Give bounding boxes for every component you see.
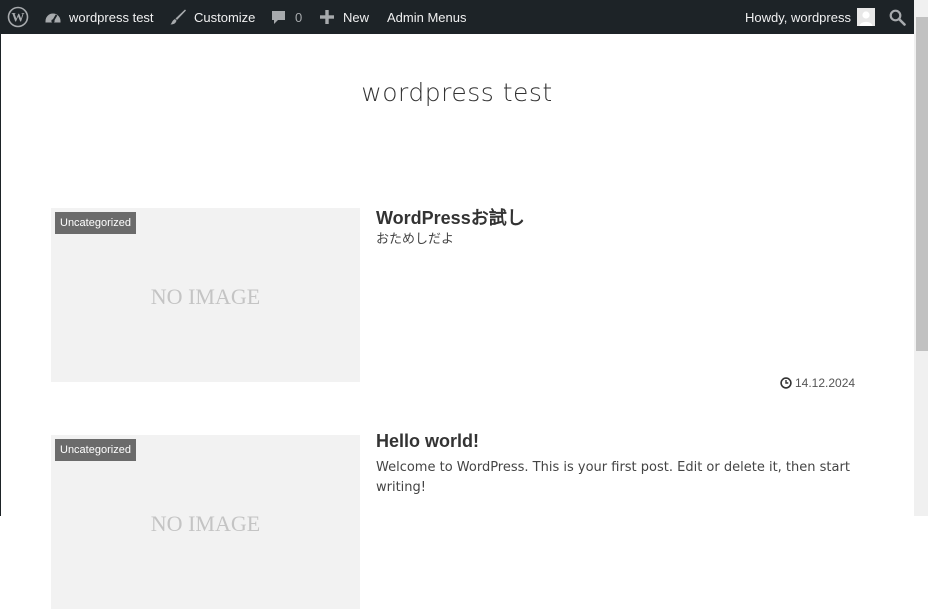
wordpress-logo-button[interactable]: W (7, 0, 29, 34)
new-label: New (343, 9, 370, 25)
search-icon (889, 9, 906, 26)
howdy-label: Howdy, wordpress (745, 9, 851, 25)
post-title[interactable]: WordPressお試し (376, 204, 525, 230)
post-excerpt: おためしだよ (376, 232, 455, 247)
clock-icon (780, 377, 792, 389)
new-content-menu[interactable]: New (319, 0, 369, 34)
post-thumbnail[interactable]: Uncategorized NO IMAGE (51, 435, 360, 609)
category-badge[interactable]: Uncategorized (55, 439, 136, 461)
site-name-menu[interactable]: wordpress test (44, 0, 154, 34)
wordpress-logo-icon: W (7, 6, 29, 28)
post-title[interactable]: Hello world! (376, 431, 479, 452)
plus-icon (320, 10, 334, 24)
no-image-placeholder: NO IMAGE (150, 284, 261, 309)
svg-text:W: W (12, 10, 25, 25)
customize-menu[interactable]: Customize (169, 0, 255, 34)
post-date-text: 14.12.2024 (795, 376, 856, 390)
paintbrush-icon (170, 9, 186, 25)
scrollbar-thumb[interactable] (916, 17, 928, 351)
post-excerpt: Welcome to WordPress. This is your first… (376, 460, 850, 495)
admin-menus-label: Admin Menus (387, 9, 467, 25)
search-button[interactable] (889, 0, 906, 34)
customize-label: Customize (194, 9, 256, 25)
avatar (856, 8, 875, 26)
post-date: 14.12.2024 (780, 375, 855, 391)
site-name-label: wordpress test (69, 9, 154, 25)
no-image-placeholder: NO IMAGE (150, 511, 261, 536)
my-account-menu[interactable]: Howdy, wordpress (745, 0, 875, 34)
comments-menu[interactable]: 0 (270, 0, 302, 34)
comment-bubble-icon (272, 10, 285, 24)
avatar-person-icon (859, 11, 873, 26)
admin-menus-menu[interactable]: Admin Menus (387, 0, 466, 34)
dashboard-icon (45, 13, 61, 23)
comments-count: 0 (295, 9, 303, 25)
category-badge[interactable]: Uncategorized (55, 212, 136, 234)
site-title[interactable]: wordpress test (0, 78, 914, 107)
post-thumbnail[interactable]: Uncategorized NO IMAGE (51, 208, 360, 382)
admin-bar: W wordpress test Customize 0 New Admin M… (0, 0, 914, 34)
